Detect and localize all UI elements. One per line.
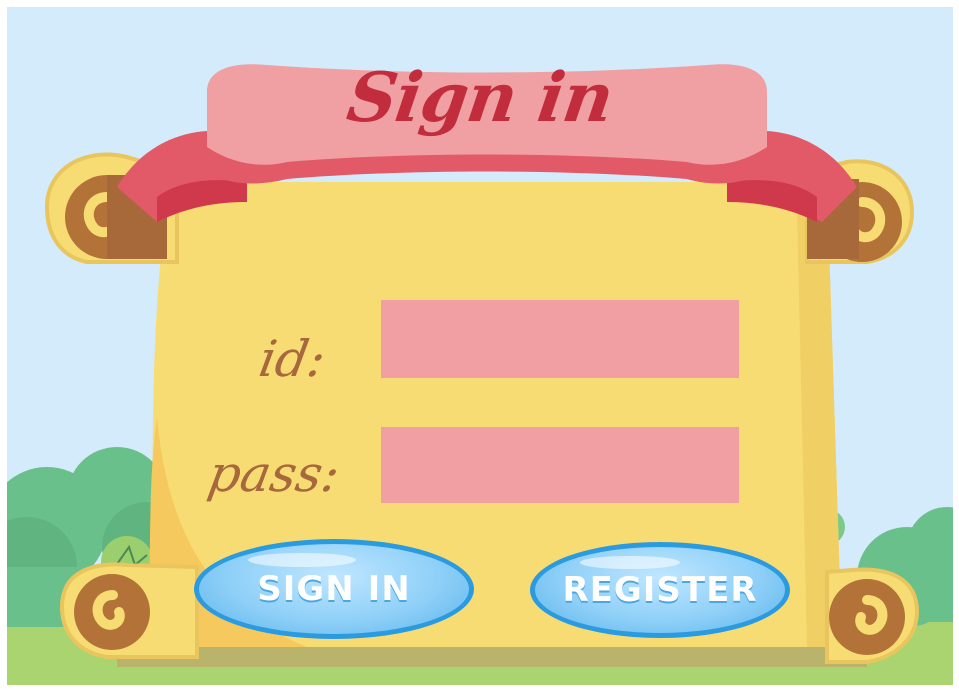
button-shine xyxy=(247,553,356,568)
id-label: id: xyxy=(254,330,330,388)
sign-in-button-label: SIGN IN xyxy=(257,569,411,609)
register-button[interactable]: REGISTER xyxy=(530,542,790,638)
pass-label: pass: xyxy=(203,445,345,503)
id-input[interactable] xyxy=(381,300,739,378)
page-title: Sign in xyxy=(342,58,618,138)
button-shine xyxy=(580,555,680,570)
pass-input[interactable] xyxy=(381,427,739,503)
scroll-roll-bottom-left xyxy=(59,562,199,659)
app-frame: Sign in id: pass: SIGN IN REGISTER xyxy=(0,0,959,691)
register-button-label: REGISTER xyxy=(562,570,758,610)
sign-in-button[interactable]: SIGN IN xyxy=(194,539,474,639)
sign-in-scene: Sign in id: pass: SIGN IN REGISTER xyxy=(7,7,953,685)
